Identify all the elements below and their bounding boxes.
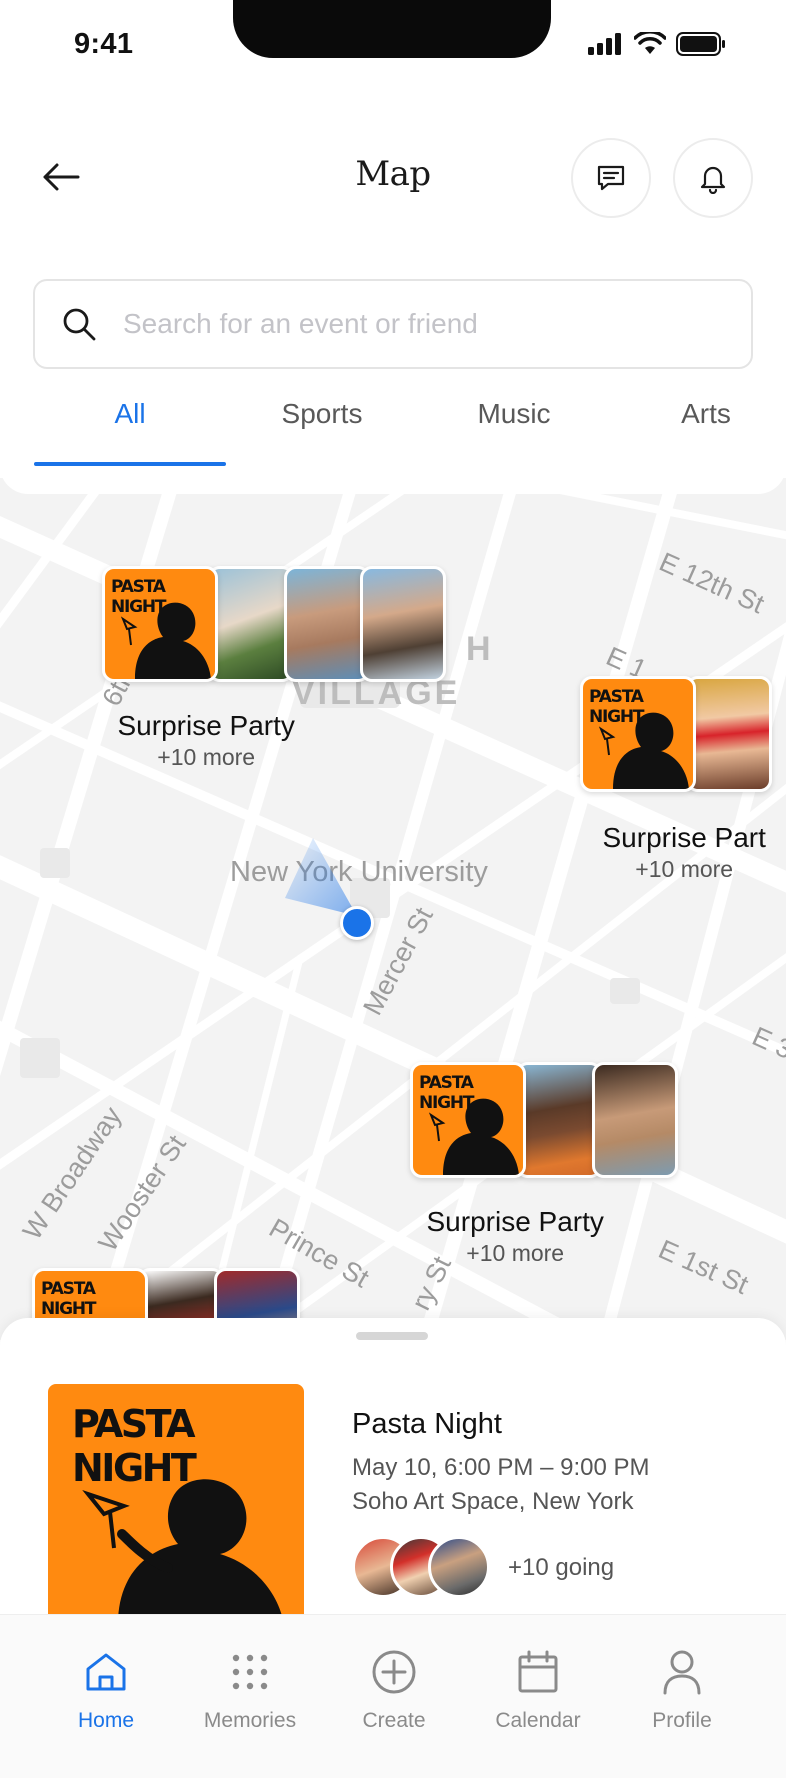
user-icon [663,1650,701,1695]
pin-more-count: +10 more [157,744,256,770]
pin-poster: PASTA NIGHT [580,676,696,792]
avatar [428,1536,490,1598]
attendee-avatars[interactable] [352,1536,490,1598]
pin-poster: PASTA NIGHT [102,566,218,682]
friend-photo [592,1062,678,1178]
notifications-button[interactable] [673,138,753,218]
tab-sports[interactable]: Sports [226,398,418,430]
event-location: Soho Art Space, New York [352,1488,634,1515]
nav-home[interactable]: Home [36,1647,176,1733]
pasta-night-poster: PASTA NIGHT [413,1065,523,1175]
nav-profile-label: Profile [652,1709,712,1732]
nav-create-label: Create [362,1709,426,1732]
friend-photo [208,566,294,682]
map-label-h: H [466,630,494,668]
pasta-night-poster: PASTA NIGHT [48,1384,304,1618]
battery-icon [676,32,725,56]
chat-icon [597,165,625,191]
going-count: +10 going [508,1554,615,1581]
plus-circle-icon [372,1650,416,1694]
nav-memories-label: Memories [203,1709,297,1732]
signal-icon [588,33,621,55]
messages-button[interactable] [571,138,651,218]
status-time: 9:41 [74,28,134,60]
event-pin-1-caption: Surprise Party +10 more [118,710,295,771]
pasta-night-poster: PASTA NIGHT [583,679,693,789]
header: Map [0,130,786,226]
poster-illustration [428,1098,519,1175]
event-title: Pasta Night [352,1408,502,1440]
nav-profile[interactable]: Profile [612,1647,752,1733]
status-icons [588,32,726,56]
tab-arts[interactable]: Arts [610,398,786,430]
home-icon [86,1653,126,1691]
calendar-icon [518,1650,558,1693]
friend-photo [686,676,772,792]
event-bottom-sheet[interactable]: PASTA NIGHT Pasta Night May 10, 6:00 PM … [0,1318,786,1618]
device-notch [233,0,551,58]
search-icon [61,306,97,342]
current-location-dot [340,906,374,940]
friend-photo [284,566,370,682]
event-poster[interactable]: PASTA NIGHT [48,1384,304,1618]
status-bar: 9:41 [0,0,786,92]
nav-memories[interactable]: Memories [180,1647,320,1733]
category-tabs: All Sports Music Arts [0,380,786,466]
friend-photo [360,566,446,682]
nav-create[interactable]: Create [324,1647,464,1733]
pin-more-count: +10 more [635,856,734,882]
event-pin-2-caption: Surprise Part +10 more [603,822,766,883]
map-top-edge [0,466,786,494]
pin-poster: PASTA NIGHT [410,1062,526,1178]
search-input[interactable] [123,308,723,340]
event-pin-1[interactable]: PASTA NIGHT [102,566,446,682]
search-bar[interactable] [33,279,753,369]
poster-illustration [598,712,689,789]
pin-title: Surprise Party [426,1206,604,1237]
bell-icon [700,166,726,194]
nav-calendar-label: Calendar [495,1709,581,1732]
nav-calendar[interactable]: Calendar [468,1647,608,1733]
pasta-night-poster: PASTA NIGHT [105,569,215,679]
nav-home-label: Home [77,1709,135,1732]
pin-title: Surprise Party [117,710,295,741]
poster-text: PASTA NIGHT [41,1279,97,1319]
pin-more-count: +10 more [466,1240,565,1266]
tab-music[interactable]: Music [418,398,610,430]
wifi-icon [634,32,666,54]
friend-photo [516,1062,602,1178]
event-pin-3-caption: Surprise Party +10 more [427,1206,604,1267]
bottom-navigation: Home Memories Create Calendar Profile [0,1614,786,1778]
grid-dots-icon [232,1654,268,1690]
sheet-drag-handle[interactable] [356,1332,428,1340]
pin-title: Surprise Part [602,822,766,853]
event-pin-2[interactable]: PASTA NIGHT [580,676,772,792]
event-date: May 10, 6:00 PM – 9:00 PM [352,1454,650,1481]
map-view[interactable]: E 12th St E 1 E 3 VILLAGE H 6th New York… [0,478,786,1340]
tab-all[interactable]: All [34,398,226,430]
page-title: Map [355,154,431,194]
event-pin-3[interactable]: PASTA NIGHT [410,1062,678,1178]
poster-illustration [120,602,211,679]
poster-illustration [82,1479,283,1618]
